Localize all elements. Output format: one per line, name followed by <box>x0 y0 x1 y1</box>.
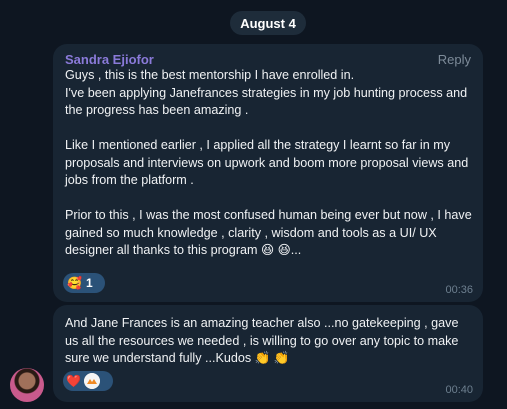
sender-avatar[interactable] <box>10 368 44 402</box>
user-avatar-icon <box>83 373 100 389</box>
sender-name[interactable]: Sandra Ejiofor <box>65 52 154 67</box>
message-time: 00:40 <box>445 384 473 396</box>
message-bubble[interactable]: And Jane Frances is an amazing teacher a… <box>53 305 483 402</box>
message-time: 00:36 <box>445 284 473 296</box>
message-text: And Jane Frances is an amazing teacher a… <box>65 316 462 365</box>
date-separator: August 4 <box>230 11 306 35</box>
reaction-emoji: ❤️ <box>66 374 81 388</box>
reaction-pill[interactable]: 🥰 1 <box>63 273 105 293</box>
reply-button[interactable]: Reply <box>438 52 471 67</box>
message-text: Guys , this is the best mentorship I hav… <box>65 68 472 257</box>
reaction-pill[interactable]: ❤️ <box>63 371 113 391</box>
reaction-count: 1 <box>85 276 93 290</box>
reactor-avatar <box>83 373 100 389</box>
reaction-emoji: 🥰 <box>67 276 82 290</box>
message-bubble[interactable]: Sandra Ejiofor Reply Guys , this is the … <box>53 44 483 302</box>
